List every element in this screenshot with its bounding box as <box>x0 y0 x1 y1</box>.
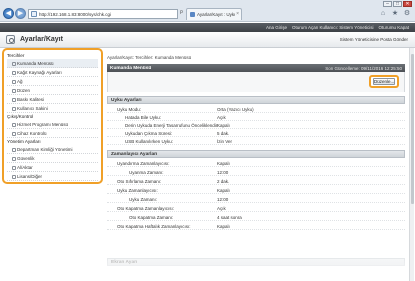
setting-row: USB Kullanılırken Uyku: İzin Ver <box>107 137 405 145</box>
setting-value: Açık <box>217 114 226 120</box>
forward-button[interactable]: ▶ <box>15 8 26 19</box>
setting-value: Kapalı <box>217 122 230 128</box>
maximize-button[interactable]: □ <box>393 1 402 7</box>
sidebar-item-security[interactable]: Güvenlik <box>7 154 98 163</box>
tab-favicon-icon <box>190 12 195 17</box>
favorites-star-icon[interactable]: ★ <box>391 10 399 18</box>
vertical-scrollbar[interactable] <box>409 48 414 281</box>
edit-button[interactable]: Düzenle... <box>373 78 395 85</box>
breadcrumb: Ayarlar/Kayıt: Tercihler: Kumanda Menüsü <box>107 55 192 60</box>
setting-row: Uyku Modu: Orta (Yazıcı Uyku) <box>107 105 405 113</box>
mail-admin-link[interactable]: Sistem Yöneticisine Posta Gönder <box>340 37 408 42</box>
sidebar-item-utility-menu[interactable]: Hizmet Programı Menüsü <box>7 120 98 129</box>
back-button[interactable]: ◀ <box>3 8 14 19</box>
edit-button-highlight: Düzenle... <box>369 75 399 88</box>
setting-row: Uykudan Çıkma Süresi: 5 dak. <box>107 129 405 137</box>
setting-value: 12:00 <box>217 196 229 202</box>
sidebar-item-user-maintenance[interactable]: Kullanıcı Sakini <box>7 104 98 113</box>
setting-label: Oto Kapatma Zamanlayıcısı: <box>117 205 175 211</box>
tab-label: Ayarlar/Kayıt : Uyku Ayarları <box>197 12 235 17</box>
sidebar-item-paper-source[interactable]: Kağıt Kaynağı Ayarları <box>7 68 98 77</box>
setting-label: Uyku Zamanlayıcısı: <box>117 187 158 193</box>
section-title: Uyku Ayarları <box>111 98 142 103</box>
setting-row: Oto Kapatma Zamanı: 4 saat sonra <box>107 213 405 221</box>
settings-logo-icon <box>6 35 15 44</box>
setting-label: Uyku Zamanı: <box>129 196 158 202</box>
home-portal-link[interactable]: Ana Girişe <box>266 25 287 30</box>
page-heading: Ayarlar/Kayıt <box>20 36 63 43</box>
setting-row: Oto Kapatma Haftalık Zamanlayıcısı: Kapa… <box>107 222 405 230</box>
sidebar-item-department-id[interactable]: Departman Kimliği Yönetimi <box>7 145 98 154</box>
logged-in-user-text: Oturum Açan Kullanıcı: Sistem Yöneticisi <box>292 25 374 30</box>
setting-row: Oto Sıfırlama Zamanı: 2 dak. <box>107 177 405 185</box>
setting-row: Uyanma Zamanı: 12:00 <box>107 168 405 176</box>
top-link-bar: Ana Girişe Oturum Açan Kullanıcı: Sistem… <box>0 23 415 32</box>
browser-tab[interactable]: Ayarlar/Kayıt : Uyku Ayarları × <box>186 8 242 20</box>
setting-label: Hatada Bile Uyku: <box>125 114 162 120</box>
address-text: http://192.168.1.83:8000/sys/chk.cgi <box>39 12 112 17</box>
sidebar-item-print-quality[interactable]: Baskı Kalitesi <box>7 95 98 104</box>
setting-label: Oto Sıfırlama Zamanı: <box>117 178 162 184</box>
close-button[interactable]: ✕ <box>403 1 412 7</box>
window-controls: – □ ✕ <box>383 1 412 7</box>
main-content: Ayarlar/Kayıt: Tercihler: Kumanda Menüsü… <box>105 48 408 281</box>
setting-row: Uyku Zamanı: 12:00 <box>107 195 405 203</box>
setting-row: Hatada Bile Uyku: Açık <box>107 113 405 121</box>
minimize-button[interactable]: – <box>383 1 392 7</box>
home-icon[interactable]: ⌂ <box>379 10 387 18</box>
page-title-bar: Kumanda Menüsü Son Güncelleme: 09/11/201… <box>107 64 405 72</box>
address-bar[interactable]: http://192.168.1.83:8000/sys/chk.cgi <box>28 9 178 19</box>
sidebar-item-import-export[interactable]: Al/Aktar <box>7 163 98 172</box>
setting-label: Uyandırma Zamanlayıcısı: <box>117 160 170 166</box>
setting-value: 4 saat sonra <box>217 214 242 220</box>
setting-label: Uykudan Çıkma Süresi: <box>125 130 173 136</box>
browser-chrome: – □ ✕ ◀ ▶ http://192.168.1.83:8000/sys/c… <box>0 0 415 22</box>
sidebar-item-control-menu[interactable]: Kumanda Menüsü <box>7 59 98 68</box>
setting-row: Uyandırma Zamanlayıcısı: Kapalı <box>107 159 405 167</box>
setting-value: Kapalı <box>217 160 230 166</box>
settings-gear-icon[interactable]: ⚙ <box>403 10 411 18</box>
setting-label: Oto Kapatma Zamanı: <box>129 214 174 220</box>
setting-label: Uyanma Zamanı: <box>129 169 164 175</box>
setting-value: 5 dak. <box>217 130 230 136</box>
browser-toolbar-icons: ⌂ ★ ⚙ <box>379 10 411 18</box>
sidebar-item-license-other[interactable]: Lisans/Diğer <box>7 172 98 181</box>
setting-value: Orta (Yazıcı Uyku) <box>217 106 254 112</box>
page-header: Ayarlar/Kayıt Sistem Yöneticisine Posta … <box>0 32 415 48</box>
setting-value: 2 dak. <box>217 178 230 184</box>
setting-row: Derin Uykuda Enerji Tasarrufunu Öncelikl… <box>107 121 405 129</box>
section-timer-settings: Zamanlayıcı Ayarları <box>107 150 405 158</box>
setting-value: Kapalı <box>217 187 230 193</box>
logout-link[interactable]: Oturumu Kapat <box>378 25 409 30</box>
fade-overlay <box>107 251 405 281</box>
section-sleep-settings: Uyku Ayarları <box>107 96 405 104</box>
last-updated-text: Son Güncelleme: 09/11/2016 12:25:50 <box>325 65 402 71</box>
sidebar-item-network[interactable]: Ağ <box>7 77 98 86</box>
setting-value: Açık <box>217 205 226 211</box>
setting-value: 12:00 <box>217 169 229 175</box>
scrollbar-thumb[interactable] <box>411 54 414 204</box>
page-title: Kumanda Menüsü <box>110 65 152 71</box>
setting-label: Derin Uykuda Enerji Tasarrufunu Öncelikl… <box>125 122 219 128</box>
tab-close-icon[interactable]: × <box>236 11 239 17</box>
setting-label: Uyku Modu: <box>117 106 142 112</box>
sidebar-item-layout[interactable]: Düzen <box>7 86 98 95</box>
setting-label: Oto Kapatma Haftalık Zamanlayıcısı: <box>117 223 191 229</box>
setting-value: Kapalı <box>217 223 230 229</box>
setting-row: Oto Kapatma Zamanlayıcısı: Açık <box>107 204 405 212</box>
setting-value: İzin Ver <box>217 138 233 144</box>
page-icon <box>31 11 37 17</box>
sidebar-menu: Tercihler Kumanda Menüsü Kağıt Kaynağı A… <box>2 48 103 184</box>
setting-row: Uyku Zamanlayıcısı: Kapalı <box>107 186 405 194</box>
edit-bar: Düzenle... <box>107 72 405 92</box>
setting-label: USB Kullanılırken Uyku: <box>125 138 174 144</box>
section-title: Zamanlayıcı Ayarları <box>111 152 158 157</box>
sidebar-item-device-control[interactable]: Cihaz Kontrolü <box>7 129 98 138</box>
